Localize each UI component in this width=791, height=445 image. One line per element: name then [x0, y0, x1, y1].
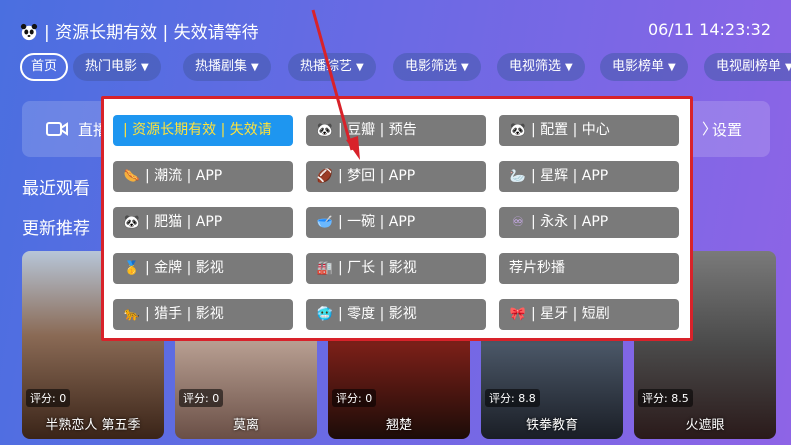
menu-button-config[interactable]: 🐼 | 配置 | 中心	[499, 115, 679, 146]
settings-label: 设置	[712, 121, 743, 139]
poster-rating: 评分: 8.8	[485, 389, 540, 407]
tab-tv-ranking[interactable]: 电视剧榜单 ▼	[704, 53, 791, 81]
poster-title: 莫离	[232, 418, 259, 433]
menu-button-label: | 金牌 | 影视	[145, 260, 224, 276]
filter-icon: ▼	[356, 62, 364, 73]
tab-movie-ranking[interactable]: 电影榜单 ▼	[600, 53, 688, 81]
tab-home[interactable]: 首页	[20, 53, 69, 81]
updates-section-title: 更新推荐	[22, 219, 90, 239]
filter-icon: ▼	[141, 62, 149, 73]
poster-rating: 评分: 8.5	[638, 389, 693, 407]
swan-icon: 🦢	[509, 169, 527, 184]
poster-rating: 评分: 0	[26, 389, 71, 407]
tab-hot-series[interactable]: 热播剧集 ▼	[183, 53, 271, 81]
menu-button-label: | 永永 | APP	[531, 214, 609, 230]
panda-icon: 🐼	[316, 123, 334, 138]
menu-button-label: 荐片秒播	[509, 260, 565, 276]
menu-button-jianpian[interactable]: 荐片秒播	[499, 253, 679, 284]
tab-home-label: 首页	[31, 59, 58, 74]
tab-hot-movies[interactable]: 热门电影 ▼	[73, 53, 161, 81]
poster-rating: 评分: 0	[332, 389, 377, 407]
filter-icon: ▼	[785, 62, 791, 73]
clock: 06/11 14:23:32	[647, 20, 771, 39]
menu-button-label: | 星辉 | APP	[531, 168, 609, 184]
factory-icon: 🏭	[316, 261, 334, 276]
filter-icon: ▼	[668, 62, 676, 73]
tab-movie-ranking-label: 电影榜单	[612, 59, 665, 74]
ribbon-icon: 🎀	[509, 307, 527, 322]
poster-title: 翘楚	[385, 418, 412, 433]
tab-hot-series-label: 热播剧集	[195, 59, 248, 74]
panda-icon	[20, 23, 38, 41]
poster-title: 半熟恋人 第五季	[45, 418, 141, 433]
tab-tv-filter-label: 电视筛选	[509, 59, 562, 74]
menu-button-lieshou[interactable]: 🐆 | 猎手 | 影视	[113, 299, 293, 330]
menu-button-menghui[interactable]: 🏈 | 梦回 | APP	[306, 161, 486, 192]
cold-face-icon: 🥶	[316, 307, 334, 322]
football-icon: 🏈	[316, 169, 334, 184]
filter-icon: ▼	[565, 62, 573, 73]
food-icon: 🌭	[123, 169, 141, 184]
poster-rating: 评分: 0	[179, 389, 224, 407]
panda-icon: 🐼	[123, 215, 141, 230]
tab-movie-filter-label: 电影筛选	[405, 59, 458, 74]
poster-title: 火遮眼	[685, 418, 725, 433]
top-bar: | 资源长期有效 | 失效请等待 06/11 14:23:32	[0, 0, 791, 52]
recent-section-title: 最近观看	[22, 179, 90, 199]
menu-button-label: | 豆瓣 | 预告	[338, 122, 417, 138]
leopard-icon: 🐆	[123, 307, 141, 322]
menu-button-xingya[interactable]: 🎀 | 星牙 | 短剧	[499, 299, 679, 330]
menu-button-yiwan[interactable]: 🥣 | 一碗 | APP	[306, 207, 486, 238]
video-camera-icon	[46, 122, 68, 136]
source-menu-dialog: | 资源长期有效 | 失效请 🐼 | 豆瓣 | 预告 🐼 | 配置 | 中心 🌭 | …	[101, 96, 693, 341]
menu-button-notice[interactable]: | 资源长期有效 | 失效请	[113, 115, 293, 146]
menu-button-label: | 肥猫 | APP	[145, 214, 223, 230]
menu-button-label: | 配置 | 中心	[531, 122, 610, 138]
tab-tv-ranking-label: 电视剧榜单	[716, 59, 782, 74]
menu-button-changzhang[interactable]: 🏭 | 厂长 | 影视	[306, 253, 486, 284]
app-title-text: | 资源长期有效 | 失效请等待	[44, 23, 259, 43]
menu-button-label: | 潮流 | APP	[145, 168, 223, 184]
menu-button-label: | 零度 | 影视	[338, 306, 417, 322]
poster-title: 铁拳教育	[525, 418, 578, 433]
medal-icon: 🥇	[123, 261, 141, 276]
menu-button-jinpai[interactable]: 🥇 | 金牌 | 影视	[113, 253, 293, 284]
menu-button-label: | 猎手 | 影视	[145, 306, 224, 322]
menu-button-feimao[interactable]: 🐼 | 肥猫 | APP	[113, 207, 293, 238]
bowl-icon: 🥣	[316, 215, 334, 230]
menu-button-lingdu[interactable]: 🥶 | 零度 | 影视	[306, 299, 486, 330]
tab-tv-filter[interactable]: 电视筛选 ▼	[497, 53, 585, 81]
infinity-icon: ♾	[512, 215, 524, 230]
tab-movie-filter[interactable]: 电影筛选 ▼	[393, 53, 481, 81]
menu-button-label: | 厂长 | 影视	[338, 260, 417, 276]
menu-button-label: | 星牙 | 短剧	[531, 306, 610, 322]
menu-button-label: | 资源长期有效 | 失效请	[123, 122, 272, 138]
menu-button-douban[interactable]: 🐼 | 豆瓣 | 预告	[306, 115, 486, 146]
menu-button-yongyong[interactable]: ♾ | 永永 | APP	[499, 207, 679, 238]
menu-button-label: | 梦回 | APP	[338, 168, 416, 184]
tab-hot-movies-label: 热门电影	[85, 59, 138, 74]
tab-hot-variety-label: 热播综艺	[300, 59, 353, 74]
panda-icon: 🐼	[509, 123, 527, 138]
filter-icon: ▼	[251, 62, 259, 73]
tab-hot-variety[interactable]: 热播综艺 ▼	[288, 53, 376, 81]
menu-button-label: | 一碗 | APP	[338, 214, 416, 230]
menu-button-xinghui[interactable]: 🦢 | 星辉 | APP	[499, 161, 679, 192]
filter-icon: ▼	[461, 62, 469, 73]
menu-button-chaoliu[interactable]: 🌭 | 潮流 | APP	[113, 161, 293, 192]
app-title: | 资源长期有效 | 失效请等待	[20, 18, 259, 43]
